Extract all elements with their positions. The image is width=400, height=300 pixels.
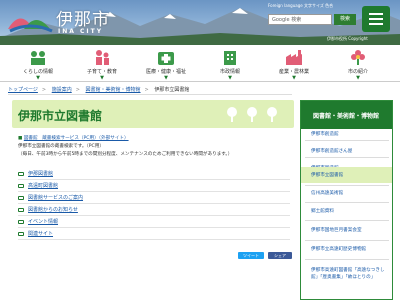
content-link-list: 伊那図書館 高遠町図書館 図書館サービスのご案内 図書館からのお知らせ イベント…	[18, 168, 290, 240]
site-header: 伊那市 INA CITY Foreign language 文字サイズ 色合 G…	[0, 0, 400, 45]
search-input[interactable]: Google 検索	[268, 14, 332, 25]
divider	[305, 240, 389, 241]
divider	[305, 157, 389, 158]
logo-text[interactable]: 伊那市	[56, 5, 110, 30]
divider	[8, 94, 292, 95]
folder-icon	[18, 195, 24, 200]
medical-icon	[158, 52, 174, 65]
menu-button[interactable]	[362, 6, 390, 32]
nav-item-city[interactable]: 市政情報 ▼	[202, 48, 258, 81]
nav-label: 市政情報	[219, 69, 240, 75]
chevron-down-icon: ▼	[164, 75, 168, 81]
sidebar-item[interactable]: 伊那市創造館	[311, 131, 339, 137]
accessibility-links[interactable]: 伊那市役所 Copyright	[327, 36, 368, 42]
folder-icon	[18, 231, 24, 236]
divider	[305, 259, 389, 260]
utility-links[interactable]: Foreign language 文字サイズ 色合	[268, 3, 333, 9]
search-button[interactable]: 検索	[334, 14, 356, 25]
chevron-down-icon: ▼	[292, 75, 296, 81]
divider	[305, 202, 389, 203]
chevron-down-icon: ▼	[100, 75, 104, 81]
trees-icon	[227, 107, 277, 122]
list-item[interactable]: 伊那図書館	[18, 168, 290, 180]
nav-label: 子育て・教育	[86, 69, 117, 75]
divider	[305, 140, 389, 141]
flower-icon	[351, 50, 365, 65]
page-title-bar: 伊那市立図書館	[12, 100, 294, 128]
nav-label: 市の紹介	[347, 69, 368, 75]
divider	[305, 185, 389, 186]
nav-item-child[interactable]: 子育て・教育 ▼	[74, 48, 130, 81]
family-icon	[96, 50, 109, 65]
building-icon	[224, 51, 236, 65]
opac-link-line[interactable]: ■ 図書館 蔵書検索サービス（PC用）（外部サイト）	[18, 135, 129, 141]
list-item[interactable]: 高遠町図書館	[18, 180, 290, 192]
breadcrumb: トップページ > 施設案内 > 図書館・美術館・博物館 > 伊那市立図書館	[8, 87, 190, 93]
city-logo-icon[interactable]	[6, 7, 56, 33]
breadcrumb-current: 伊那市立図書館	[154, 87, 190, 93]
sidebar-item[interactable]: 信州高遠美術館	[311, 190, 343, 196]
breadcrumb-link[interactable]: トップページ	[8, 87, 38, 93]
sidebar: 図書館・美術館・博物館 伊那市創造館 伊那市創造館さん屋 伊那市新造館 伊那市立…	[300, 100, 393, 300]
list-item[interactable]: 図書館サービスのご案内	[18, 192, 290, 204]
nav-item-life[interactable]: くらしの情報 ▼	[10, 48, 66, 81]
list-item[interactable]: 関連サイト	[18, 228, 290, 240]
list-item[interactable]: 図書館からのお知らせ	[18, 204, 290, 216]
house-icon	[31, 51, 45, 65]
page-title: 伊那市立図書館	[18, 109, 103, 123]
global-nav: くらしの情報 ▼ 子育て・教育 ▼ 医療・健康・福祉 ▼ 市政情報 ▼ 産業・農…	[0, 46, 400, 82]
folder-icon	[18, 207, 24, 212]
nav-item-industry[interactable]: 産業・農林業 ▼	[266, 48, 322, 81]
folder-icon	[18, 171, 24, 176]
chevron-down-icon: ▼	[36, 75, 40, 81]
facebook-share-button[interactable]: シェア	[268, 252, 292, 259]
nav-item-medical[interactable]: 医療・健康・福祉 ▼	[138, 48, 194, 81]
sidebar-item[interactable]: 郷土館資料	[311, 208, 334, 214]
divider	[305, 220, 389, 221]
sidebar-heading: 図書館・美術館・博物館	[301, 101, 392, 129]
folder-icon	[18, 219, 24, 224]
description-line-1: 伊那市立図書館の蔵書検索です。（PC用）	[18, 144, 104, 149]
sidebar-item-current[interactable]: 伊那市立図書館	[311, 172, 343, 178]
chevron-down-icon: ▼	[228, 75, 232, 81]
nav-item-intro[interactable]: 市の紹介 ▼	[330, 48, 386, 81]
breadcrumb-link[interactable]: 施設案内	[52, 87, 72, 93]
nav-label: くらしの情報	[22, 69, 53, 75]
breadcrumb-link[interactable]: 図書館・美術館・博物館	[86, 87, 141, 93]
list-item[interactable]: イベント情報	[18, 216, 290, 228]
sidebar-item[interactable]: 伊那市高遠町図書館「高遠なつきし館」「歴奥書集」「故ほとりの」	[311, 267, 389, 281]
chevron-down-icon: ▼	[356, 75, 360, 81]
tweet-button[interactable]: ツイート	[238, 252, 264, 259]
sidebar-item[interactable]: 伊那市国地巨月書案会室	[311, 227, 362, 233]
sidebar-item[interactable]: 伊那市立高遠町歴史博物館	[311, 246, 366, 252]
nav-label: 医療・健康・福祉	[145, 69, 186, 75]
description-line-2: （毎日、午前3時から午前5時までの間別分程度、メンテナンスのためご利用できない時…	[18, 152, 233, 157]
folder-icon	[18, 183, 24, 188]
nav-label: 産業・農林業	[278, 69, 309, 75]
factory-icon	[286, 50, 302, 65]
opac-link[interactable]: 図書館 蔵書検索サービス（PC用）（外部サイト）	[24, 136, 129, 141]
sidebar-item[interactable]: 伊那市創造館さん屋	[311, 148, 352, 154]
logo-subtitle: INA CITY	[58, 28, 104, 35]
